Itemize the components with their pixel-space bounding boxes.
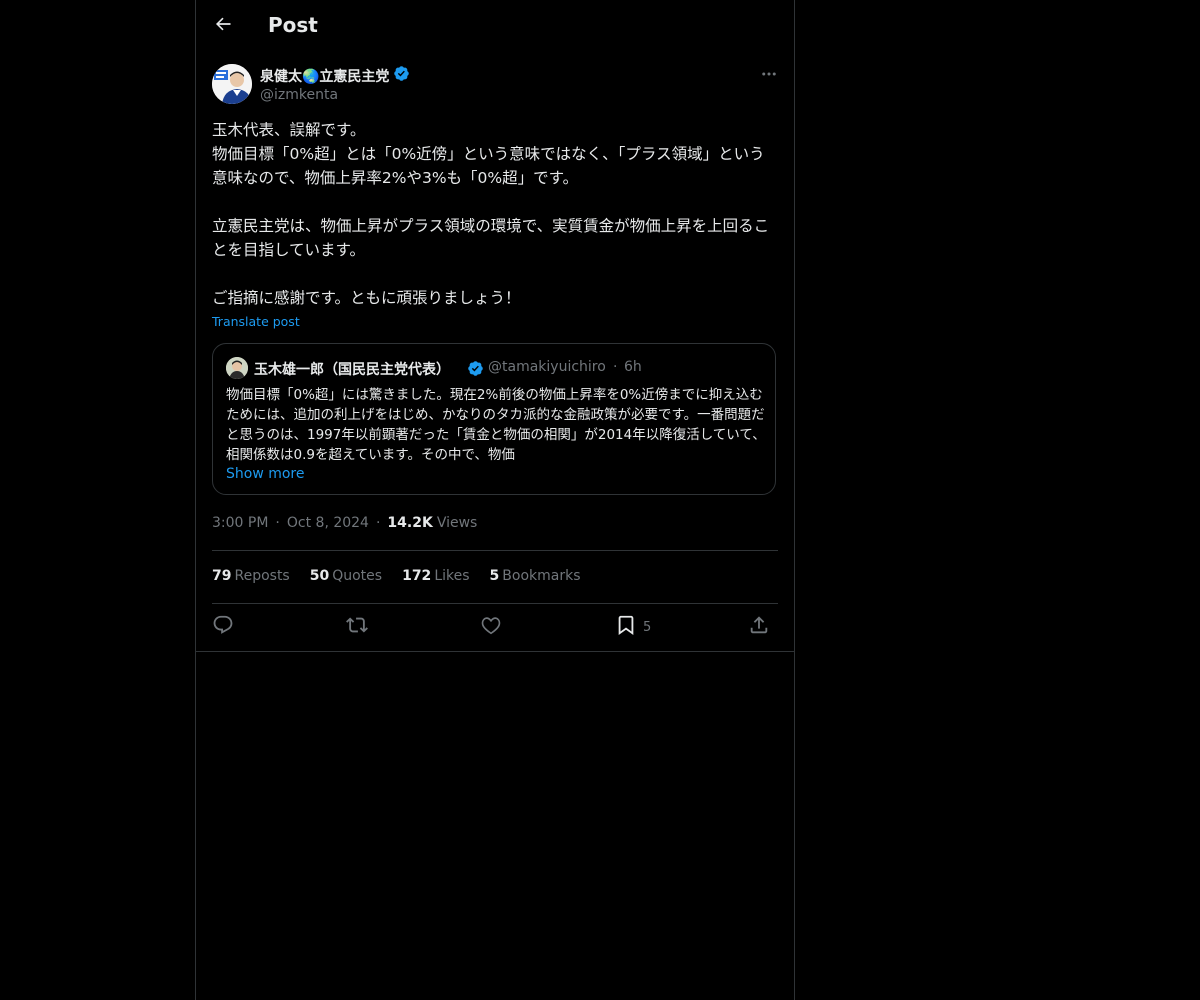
author-handle[interactable]: @izmkenta bbox=[260, 87, 338, 103]
divider bbox=[196, 651, 794, 652]
reply-button[interactable] bbox=[212, 614, 234, 640]
back-button[interactable] bbox=[206, 9, 240, 43]
quotes-stat[interactable]: 50 Quotes bbox=[310, 568, 382, 584]
translate-post-link[interactable]: Translate post bbox=[212, 314, 300, 329]
author-name-text: 泉健太🌏立憲民主党 bbox=[260, 68, 390, 85]
post-text: 玉木代表、誤解です。 物価目標「0%超」とは「0%近傍」という意味ではなく、「プ… bbox=[212, 121, 770, 307]
author-name[interactable]: 泉健太🌏立憲民主党 bbox=[260, 65, 410, 86]
quoted-post[interactable]: 玉木雄一郎（国民民主党代表） @tamakiyuichiro · 6h 物価目標… bbox=[212, 343, 776, 495]
quote-text: 物価目標「0%超」には驚きました。現在2%前後の物価上昇率を0%近傍までに抑え込… bbox=[226, 387, 766, 463]
share-icon bbox=[748, 614, 770, 640]
main-column: Post 泉健太🌏立憲民主党 @izmkenta 玉木代表、誤解です。 物価目標… bbox=[195, 0, 795, 1000]
quote-author-name: 玉木雄一郎（国民民主党代表） bbox=[254, 362, 450, 378]
quotes-count: 50 bbox=[309, 568, 330, 584]
bookmarks-count: 5 bbox=[489, 568, 500, 584]
likes-label: Likes bbox=[434, 568, 470, 584]
bookmarks-stat[interactable]: 5 Bookmarks bbox=[490, 568, 581, 584]
reply-icon bbox=[212, 614, 234, 640]
bookmark-button[interactable]: 5 bbox=[615, 614, 651, 640]
arrow-left-icon bbox=[213, 14, 233, 38]
verified-badge-icon bbox=[393, 65, 410, 86]
verified-badge-icon bbox=[467, 360, 484, 381]
bookmarks-label: Bookmarks bbox=[502, 568, 581, 584]
share-button[interactable] bbox=[748, 614, 770, 640]
quote-timestamp: 6h bbox=[624, 359, 642, 375]
reposts-count: 79 bbox=[212, 568, 232, 584]
person-avatar-icon bbox=[212, 64, 252, 104]
action-bar: 5 bbox=[212, 612, 778, 642]
likes-count: 172 bbox=[402, 568, 432, 584]
more-horizontal-icon bbox=[760, 65, 778, 87]
reposts-label: Reposts bbox=[234, 568, 290, 584]
engagement-stats: 79 Reposts 50 Quotes 172 Likes 5 Bookmarks bbox=[212, 568, 601, 584]
meta-separator: · bbox=[375, 515, 381, 531]
divider bbox=[212, 603, 778, 604]
bookmark-icon bbox=[615, 614, 637, 640]
views-label: Views bbox=[436, 515, 478, 531]
divider bbox=[212, 550, 778, 551]
reposts-stat[interactable]: 79 Reposts bbox=[212, 568, 290, 584]
likes-stat[interactable]: 172 Likes bbox=[402, 568, 469, 584]
page-title: Post bbox=[268, 13, 318, 37]
repost-icon bbox=[346, 614, 368, 640]
top-bar: Post bbox=[196, 0, 794, 54]
views-count: 14.2K bbox=[387, 515, 433, 531]
post-time[interactable]: 3:00 PM bbox=[212, 515, 268, 531]
post-meta: 3:00 PM · Oct 8, 2024 · 14.2K Views bbox=[212, 515, 477, 531]
quote-author-handle: @tamakiyuichiro bbox=[488, 359, 606, 375]
show-more-link[interactable]: Show more bbox=[226, 466, 305, 482]
person-avatar-icon bbox=[226, 357, 248, 379]
quote-author-avatar bbox=[226, 357, 248, 379]
post-date[interactable]: Oct 8, 2024 bbox=[287, 515, 369, 531]
like-button[interactable] bbox=[480, 614, 502, 640]
bookmark-count: 5 bbox=[643, 619, 652, 635]
quotes-label: Quotes bbox=[332, 568, 383, 584]
repost-button[interactable] bbox=[346, 614, 368, 640]
heart-icon bbox=[480, 614, 502, 640]
author-avatar[interactable] bbox=[212, 64, 252, 104]
more-options-button[interactable] bbox=[756, 63, 782, 89]
quote-separator: · bbox=[613, 359, 618, 375]
meta-separator: · bbox=[275, 515, 280, 531]
